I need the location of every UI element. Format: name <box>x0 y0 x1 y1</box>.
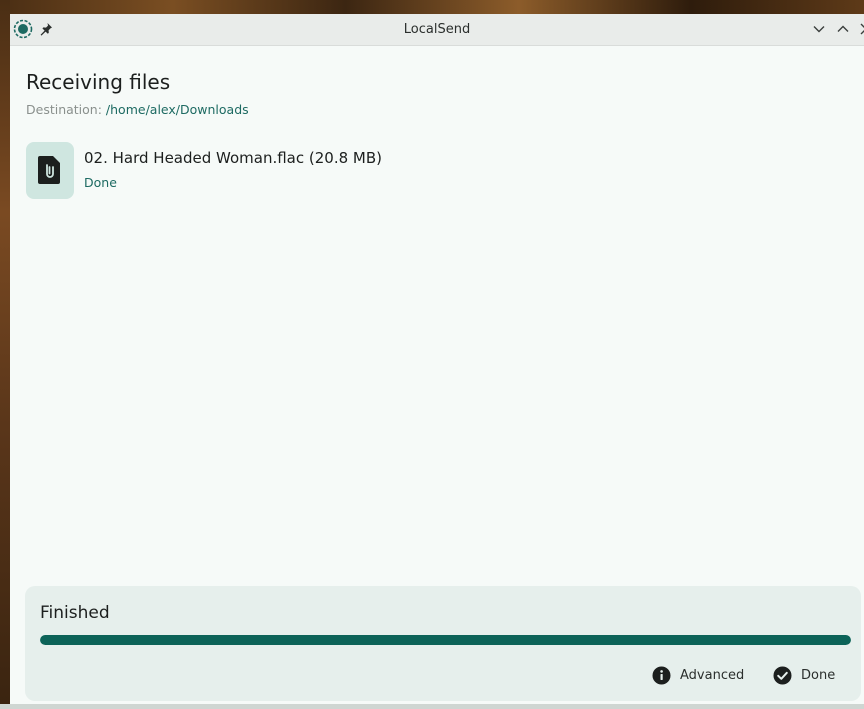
page-title: Receiving files <box>26 70 171 94</box>
destination-line: Destination: /home/alex/Downloads <box>26 102 249 117</box>
file-thumbnail <box>26 142 74 199</box>
check-circle-icon <box>773 666 792 684</box>
desktop-wallpaper-top <box>0 0 864 14</box>
desktop-wallpaper-left <box>0 0 10 709</box>
info-icon <box>652 666 671 684</box>
window-title: LocalSend <box>403 22 471 37</box>
transfer-status-panel: Finished Advanced Done <box>25 586 861 701</box>
desktop-panel-edge <box>0 704 864 709</box>
file-status: Done <box>84 175 117 190</box>
close-icon[interactable] <box>858 21 864 37</box>
file-name: 02. Hard Headed Woman.flac (20.8 MB) <box>84 149 382 167</box>
advanced-button-label: Advanced <box>680 667 745 683</box>
advanced-button[interactable]: Advanced <box>652 664 744 686</box>
transfer-status-label: Finished <box>40 603 110 623</box>
title-bar[interactable]: LocalSend <box>10 14 864 46</box>
done-button-label: Done <box>801 667 836 683</box>
chevron-down-icon[interactable] <box>811 21 827 37</box>
localsend-window: LocalSend Receiving files Destination: /… <box>10 14 864 704</box>
transfer-progress-fill <box>40 635 851 645</box>
destination-label: Destination: <box>26 102 106 117</box>
file-list-item: 02. Hard Headed Woman.flac (20.8 MB) Don… <box>26 142 526 200</box>
file-attachment-icon <box>38 156 60 184</box>
destination-path-link[interactable]: /home/alex/Downloads <box>106 102 249 117</box>
transfer-progress-bar <box>40 635 851 645</box>
chevron-up-icon[interactable] <box>835 21 851 37</box>
done-button[interactable]: Done <box>773 664 835 686</box>
